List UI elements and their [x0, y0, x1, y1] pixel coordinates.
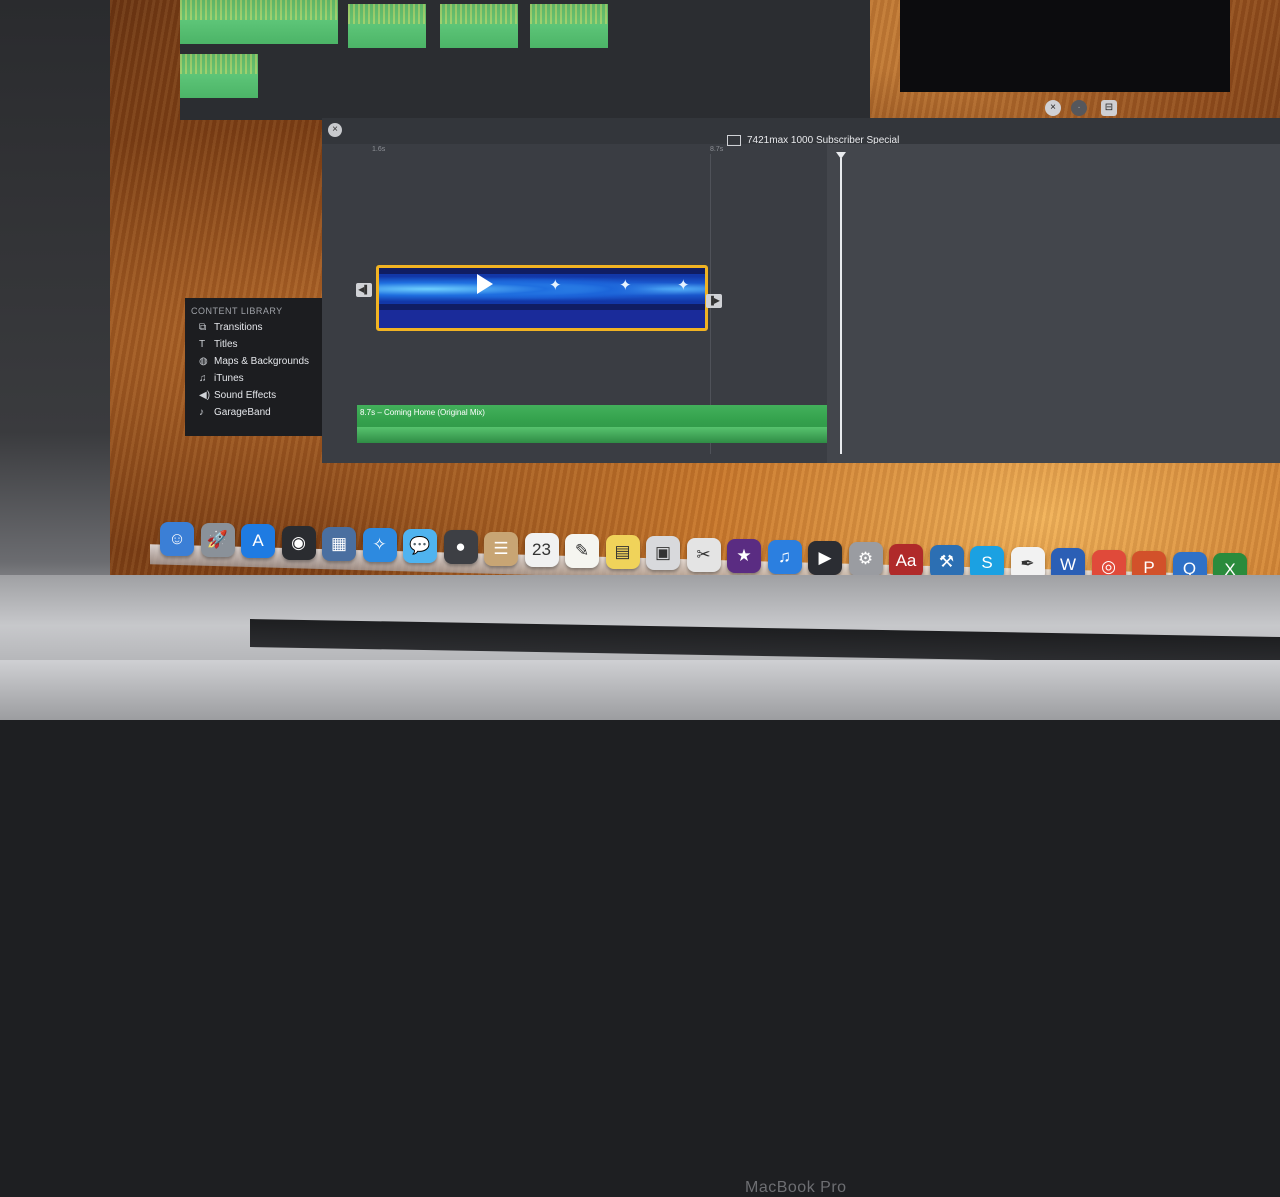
- content-library-header: CONTENT LIBRARY: [191, 306, 283, 316]
- film-icon: [727, 135, 741, 146]
- library-item-itunes[interactable]: ♫ iTunes: [199, 373, 244, 389]
- facetime-icon[interactable]: ●: [443, 530, 478, 565]
- library-item-sound-effects[interactable]: ◀) Sound Effects: [199, 390, 276, 406]
- stickies-icon[interactable]: ▤: [605, 535, 640, 570]
- keyboard-edge: [0, 660, 1280, 720]
- ruler-label: 8.7s: [710, 146, 724, 153]
- dashboard-icon[interactable]: ◉: [281, 525, 316, 560]
- guitar-icon: ♪: [199, 407, 204, 418]
- photos-icon[interactable]: ▣: [646, 536, 680, 571]
- system-preferences-icon[interactable]: ⚙: [848, 542, 883, 577]
- sparkle-icon: ✦: [619, 277, 632, 294]
- messages-icon[interactable]: 💬: [403, 529, 437, 564]
- playhead[interactable]: [836, 152, 846, 454]
- play-icon[interactable]: [477, 274, 493, 294]
- library-item-label: iTunes: [214, 373, 244, 384]
- event-browser: [180, 0, 870, 120]
- timeline-header: × 7421max 1000 Subscriber Special: [322, 118, 1280, 146]
- audio-clip-label: 8.7s – Coming Home (Original Mix): [360, 408, 485, 417]
- trim-right-handle[interactable]: ▐▶: [706, 294, 722, 308]
- trim-left-handle[interactable]: ◀▌: [356, 283, 372, 297]
- video-clip-thumbnail[interactable]: [348, 4, 426, 48]
- titles-icon: T: [199, 339, 206, 350]
- preview-icon[interactable]: ✂: [686, 537, 721, 572]
- notes-icon[interactable]: ✎: [565, 534, 599, 568]
- library-item-label: Transitions: [214, 322, 263, 333]
- close-icon[interactable]: ×: [1045, 100, 1061, 116]
- itunes-icon[interactable]: ♫: [767, 540, 802, 574]
- transitions-icon: ⧉: [199, 322, 207, 333]
- dot-icon[interactable]: ·: [1071, 100, 1087, 116]
- ruler-label: 1.6s: [372, 146, 386, 153]
- app-store-icon[interactable]: A: [241, 524, 275, 559]
- launchpad-icon[interactable]: 🚀: [200, 523, 235, 558]
- fullscreen-icon[interactable]: ⊟: [1101, 100, 1117, 116]
- library-item-label: Sound Effects: [214, 390, 277, 401]
- library-item-label: Titles: [214, 339, 238, 350]
- title-clip-bar: [379, 310, 705, 328]
- library-item-titles[interactable]: T Titles: [199, 339, 238, 355]
- content-library: CONTENT LIBRARY ⧉ Transitions T Titles ◍ Ma…: [185, 298, 325, 436]
- contacts-icon[interactable]: ☰: [484, 531, 518, 566]
- video-clip-thumbnail[interactable]: [180, 54, 258, 98]
- video-clip-thumbnail[interactable]: [530, 4, 608, 48]
- preview-viewer: [900, 0, 1230, 92]
- calendar-icon[interactable]: 23: [524, 532, 559, 567]
- close-icon[interactable]: ×: [328, 123, 342, 137]
- library-item-garageband[interactable]: ♪ GarageBand: [199, 407, 271, 423]
- dictionary-icon[interactable]: Aa: [889, 543, 923, 578]
- safari-icon[interactable]: ✧: [362, 528, 397, 562]
- video-clip-thumbnail[interactable]: [440, 4, 518, 48]
- imovie-window: × · ⊟ CONTENT LIBRARY ⧉ Transitions T Titl…: [70, 0, 1280, 463]
- xcode-icon[interactable]: ⚒: [929, 544, 964, 579]
- library-item-transitions[interactable]: ⧉ Transitions: [199, 322, 263, 338]
- title-clip[interactable]: ✦ ✦ ✦: [376, 265, 708, 331]
- device-brand: MacBook Pro: [745, 1179, 847, 1196]
- final-cut-icon[interactable]: ▶: [808, 541, 842, 576]
- timeline-empty-area[interactable]: [827, 144, 1280, 463]
- title-clip-thumbnail: [379, 274, 705, 304]
- video-clip-thumbnail[interactable]: [180, 0, 338, 44]
- imovie-icon[interactable]: ★: [727, 538, 761, 573]
- library-item-label: Maps & Backgrounds: [214, 356, 310, 367]
- library-item-maps-backgrounds[interactable]: ◍ Maps & Backgrounds: [199, 356, 309, 372]
- music-note-icon: ♫: [199, 373, 207, 384]
- audio-waveform: [357, 427, 827, 443]
- globe-icon: ◍: [199, 356, 208, 367]
- project-timeline[interactable]: × 7421max 1000 Subscriber Special 1.6s 8…: [322, 118, 1280, 463]
- sparkle-icon: ✦: [677, 277, 690, 294]
- library-item-label: GarageBand: [214, 407, 271, 418]
- mission-control-icon[interactable]: ▦: [322, 526, 356, 561]
- speaker-icon: ◀): [199, 390, 211, 401]
- finder-icon[interactable]: ☺: [160, 522, 194, 556]
- sparkle-icon: ✦: [549, 277, 562, 294]
- audio-clip[interactable]: 8.7s – Coming Home (Original Mix): [357, 405, 827, 443]
